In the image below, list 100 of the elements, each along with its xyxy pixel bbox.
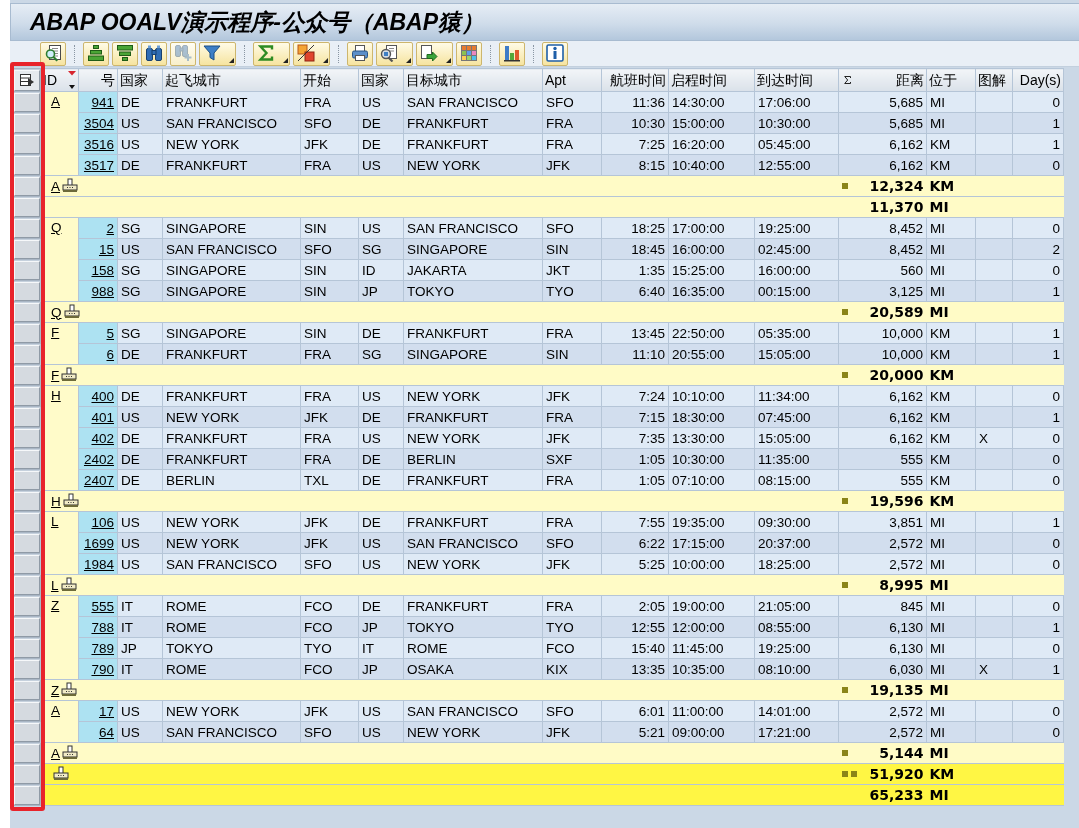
row-selector-button[interactable]	[14, 554, 40, 574]
row-selector-button[interactable]	[14, 491, 40, 511]
row-selector-button[interactable]	[14, 533, 40, 553]
row-selector-button[interactable]	[14, 218, 40, 238]
toolbar-button[interactable]	[347, 41, 373, 66]
row-selector-button[interactable]	[14, 449, 40, 469]
stamp-icon	[63, 303, 80, 319]
column-header[interactable]: 航班时间	[601, 68, 669, 92]
column-header[interactable]: 号	[78, 68, 118, 92]
row-selector-button[interactable]	[14, 785, 40, 805]
column-header[interactable]: 国家	[358, 68, 404, 92]
flight-number-link[interactable]: 5	[106, 325, 114, 341]
subtotal-value: 5,144	[879, 743, 924, 763]
toolbar-button[interactable]	[376, 41, 413, 66]
row-selector-button[interactable]	[14, 344, 40, 364]
toolbar-button[interactable]	[293, 41, 330, 66]
subtotal-value: 19,135	[869, 680, 924, 700]
row-selector-button[interactable]	[14, 680, 40, 700]
toolbar-button[interactable]	[112, 41, 138, 66]
row-selector-button[interactable]	[14, 428, 40, 448]
row-selector-button[interactable]	[14, 659, 40, 679]
stamp-icon	[62, 177, 78, 193]
row-selector-button[interactable]	[14, 134, 40, 154]
row-selector-button[interactable]	[14, 113, 40, 133]
row-selector-button[interactable]	[14, 638, 40, 658]
carrier-link[interactable]: A	[51, 94, 60, 109]
column-header[interactable]: 到达时间	[754, 68, 839, 92]
toolbar-button[interactable]	[83, 41, 109, 66]
carrier-link[interactable]: H	[51, 388, 61, 403]
stamp-icon	[53, 765, 69, 781]
select-all-button[interactable]	[14, 69, 40, 91]
table-arrow-icon	[19, 73, 35, 87]
column-header[interactable]: 图解	[975, 68, 1013, 92]
printer-icon	[351, 44, 369, 62]
document-magnifier-icon	[44, 44, 62, 62]
carrier-link[interactable]: A	[51, 745, 60, 761]
stamp-icon	[62, 492, 79, 508]
row-selector-button[interactable]	[14, 596, 40, 616]
sort-descending-icon	[116, 44, 134, 62]
sigma-icon	[257, 44, 275, 62]
toolbar-button[interactable]	[141, 41, 167, 66]
row-selector-button[interactable]	[14, 365, 40, 385]
carrier-link[interactable]: F	[51, 325, 60, 340]
toolbar-button[interactable]	[416, 41, 453, 66]
row-selector-button[interactable]	[14, 197, 40, 217]
carrier-link[interactable]: Q	[51, 220, 62, 235]
subtotal-unit: MI	[929, 744, 949, 761]
toolbar-button[interactable]	[499, 41, 525, 66]
row-selector-button[interactable]	[14, 722, 40, 742]
document-magnifier-icon	[380, 44, 398, 62]
carrier-link[interactable]: A	[51, 703, 60, 718]
flight-number-link[interactable]: 2	[106, 220, 114, 236]
toolbar-button[interactable]	[542, 41, 568, 66]
column-header[interactable]: 开始	[300, 68, 359, 92]
flight-number-link[interactable]: 6	[106, 346, 114, 362]
subtotal-value: 20,589	[869, 302, 924, 322]
column-header[interactable]: 国家	[117, 68, 163, 92]
row-selector-button[interactable]	[14, 701, 40, 721]
square-bullet-icon	[841, 498, 848, 504]
row-selector-button[interactable]	[14, 239, 40, 259]
carrier-link[interactable]: Z	[51, 682, 60, 698]
column-header[interactable]: Day(s)	[1012, 68, 1064, 92]
row-selector-button[interactable]	[14, 575, 40, 595]
subtotal-value: 11,370	[869, 197, 924, 217]
total-unit: MI	[929, 786, 949, 803]
row-selector-button[interactable]	[14, 302, 40, 322]
row-selector-button[interactable]	[14, 386, 40, 406]
row-selector-button[interactable]	[14, 260, 40, 280]
column-header[interactable]: 位于	[926, 68, 976, 92]
carrier-link[interactable]: Z	[51, 598, 60, 613]
column-header[interactable]: 启程时间	[668, 68, 755, 92]
subtotal-unit: KM	[929, 366, 955, 383]
row-selector-button[interactable]	[14, 512, 40, 532]
toolbar-button[interactable]	[40, 41, 66, 66]
column-header[interactable]: Apt	[542, 68, 602, 92]
subtotal-unit: KM	[929, 177, 955, 194]
column-header[interactable]: 距离	[838, 68, 927, 92]
column-header[interactable]: 目标城市	[403, 68, 543, 92]
subtotal-unit: KM	[929, 492, 955, 509]
carrier-link[interactable]: Q	[51, 304, 62, 320]
column-header[interactable]: 起飞城市	[162, 68, 301, 92]
carrier-link[interactable]: H	[51, 493, 61, 509]
carrier-link[interactable]: L	[51, 514, 59, 529]
row-selector-button[interactable]	[14, 743, 40, 763]
toolbar-button[interactable]	[199, 41, 236, 66]
carrier-link[interactable]: A	[51, 178, 60, 194]
subtotal-value: 20,000	[869, 365, 924, 385]
row-selector-button[interactable]	[14, 176, 40, 196]
row-selector-button[interactable]	[14, 617, 40, 637]
row-selector-button[interactable]	[14, 155, 40, 175]
carrier-link[interactable]: L	[51, 577, 59, 593]
sigma-split-icon	[297, 44, 315, 62]
binoculars-plus-icon	[174, 44, 192, 62]
row-selector-button[interactable]	[14, 407, 40, 427]
row-selector-button[interactable]	[14, 764, 40, 784]
row-selector-button[interactable]	[14, 323, 40, 343]
row-selector-button[interactable]	[14, 281, 40, 301]
carrier-link[interactable]: F	[51, 367, 60, 383]
stamp-icon	[62, 744, 78, 760]
row-selector-button[interactable]	[14, 470, 40, 490]
